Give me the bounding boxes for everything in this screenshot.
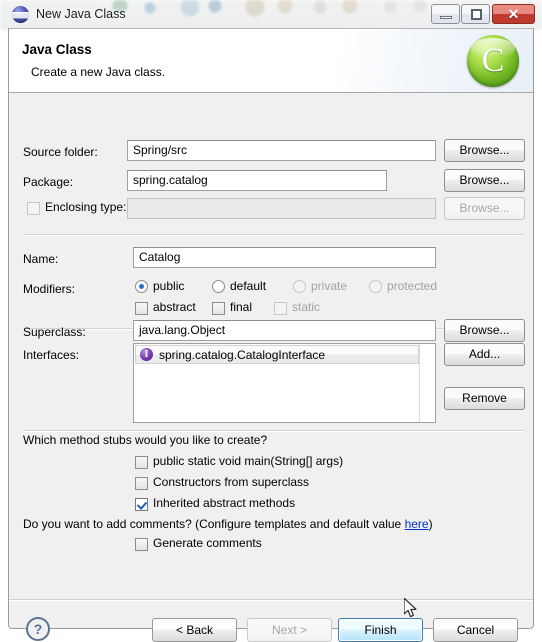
enclosing-type-label: Enclosing type:: [45, 200, 127, 214]
restore-icon: [471, 9, 482, 20]
modifier-label-final: final: [230, 300, 253, 314]
page-title: Java Class: [22, 42, 92, 57]
superclass-browse-button[interactable]: Browse...: [444, 319, 525, 342]
finish-button[interactable]: Finish: [338, 618, 423, 642]
modifier-radio-default[interactable]: [212, 280, 225, 293]
window-title: New Java Class: [36, 7, 126, 21]
back-button[interactable]: < Back: [152, 618, 237, 642]
java-planet-icon: [12, 6, 29, 23]
interface-name: spring.catalog.CatalogInterface: [159, 347, 326, 362]
name-input[interactable]: Catalog: [133, 247, 436, 268]
package-label: Package:: [23, 175, 74, 189]
generate-comments-checkbox[interactable]: [135, 538, 148, 551]
close-button[interactable]: ✕: [492, 4, 535, 24]
cancel-button[interactable]: Cancel: [433, 618, 518, 642]
modifier-checkbox-static: [274, 302, 287, 315]
modifier-radio-protected: [369, 280, 382, 293]
dialog-body: Java Class Create a new Java class. Sour…: [8, 28, 534, 642]
modifier-radio-public[interactable]: [135, 280, 148, 293]
source-folder-label: Source folder:: [23, 145, 98, 159]
list-item[interactable]: spring.catalog.CatalogInterface: [135, 345, 419, 364]
source-folder-input[interactable]: Spring/src: [127, 140, 436, 161]
modifier-label-public: public: [153, 279, 185, 293]
comments-question-suffix: ): [428, 517, 433, 531]
stub-label-main-method: public static void main(String[] args): [153, 454, 344, 468]
modifier-label-default: default: [230, 279, 267, 293]
modifier-radio-private: [293, 280, 306, 293]
minimize-button[interactable]: [431, 4, 460, 24]
next-button: Next >: [247, 618, 332, 642]
separator-1: [24, 234, 524, 236]
interfaces-list-scrollbar[interactable]: [419, 344, 435, 422]
help-button[interactable]: ?: [26, 617, 50, 641]
comments-question: Do you want to add comments? (Configure …: [23, 517, 433, 531]
stub-checkbox-inherited-abstract[interactable]: [135, 498, 148, 511]
modifier-label-abstract: abstract: [153, 300, 196, 314]
minimize-icon: [440, 16, 452, 19]
page-subtitle: Create a new Java class.: [31, 65, 166, 79]
superclass-input[interactable]: java.lang.Object: [133, 320, 436, 341]
method-stubs-question: Which method stubs would you like to cre…: [23, 433, 268, 447]
interfaces-remove-button[interactable]: Remove: [444, 387, 525, 410]
separator-3: [24, 430, 524, 432]
source-folder-browse-button[interactable]: Browse...: [444, 139, 525, 162]
stub-label-constructors: Constructors from superclass: [153, 475, 310, 489]
package-browse-button[interactable]: Browse...: [444, 169, 525, 192]
modifier-label-protected: protected: [387, 279, 438, 293]
dialog-header: Java Class Create a new Java class.: [9, 29, 533, 93]
modifier-checkbox-abstract[interactable]: [135, 302, 148, 315]
enclosing-type-input: [127, 198, 436, 219]
new-java-class-window: New Java Class ✕ Java Class Create a new…: [0, 0, 542, 642]
name-label: Name:: [23, 252, 59, 266]
package-input[interactable]: spring.catalog: [127, 170, 387, 191]
footer-separator: [9, 599, 533, 601]
stub-checkbox-main-method[interactable]: [135, 456, 148, 469]
enclosing-type-checkbox[interactable]: [27, 202, 40, 215]
modifier-label-private: private: [311, 279, 348, 293]
modifier-checkbox-final[interactable]: [212, 302, 225, 315]
stub-checkbox-constructors[interactable]: [135, 477, 148, 490]
superclass-label: Superclass:: [23, 325, 86, 339]
modifier-label-static: static: [292, 300, 321, 314]
interfaces-add-button[interactable]: Add...: [444, 343, 525, 366]
interfaces-list[interactable]: spring.catalog.CatalogInterface: [133, 343, 436, 423]
form-area: Source folder: Spring/src Browse... Pack…: [9, 94, 533, 564]
titlebar: New Java Class ✕: [0, 0, 542, 30]
configure-templates-link[interactable]: here: [405, 517, 429, 531]
enclosing-type-browse-button: Browse...: [444, 197, 525, 220]
comments-question-prefix: Do you want to add comments? (Configure …: [23, 517, 405, 531]
interface-icon: [140, 348, 153, 361]
generate-comments-label: Generate comments: [153, 536, 262, 550]
interfaces-label: Interfaces:: [23, 348, 80, 362]
stub-label-inherited-abstract: Inherited abstract methods: [153, 496, 296, 510]
modifiers-label: Modifiers:: [23, 282, 76, 296]
close-icon: ✕: [507, 6, 520, 22]
java-class-green-c-icon: [467, 35, 519, 87]
restore-button[interactable]: [461, 4, 490, 24]
